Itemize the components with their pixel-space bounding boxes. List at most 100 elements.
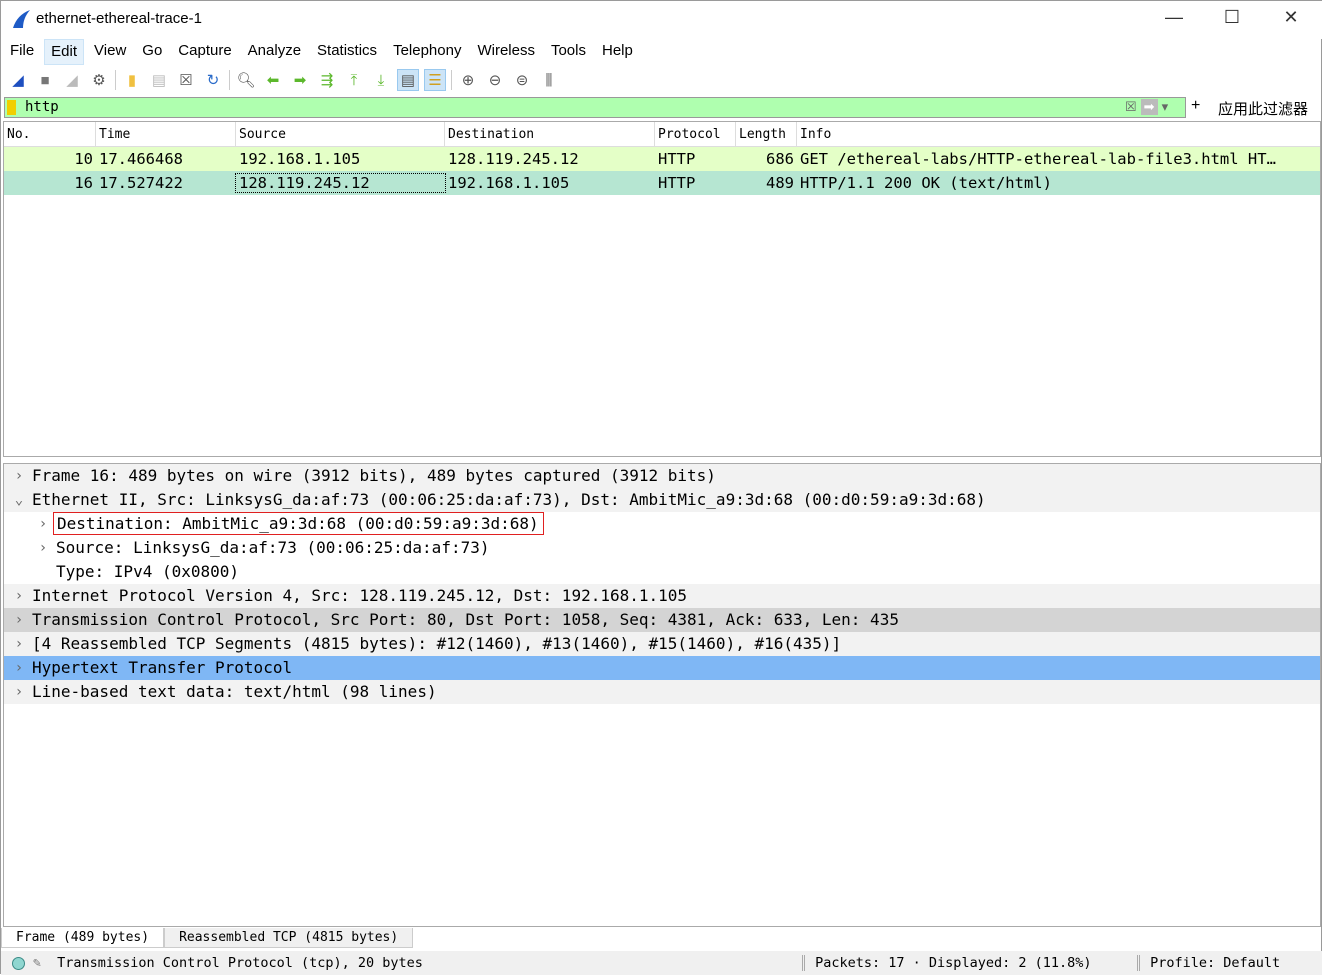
maximize-button[interactable]: ☐: [1209, 7, 1255, 33]
cell-protocol: HTTP: [658, 150, 696, 168]
start-capture-icon[interactable]: ◢: [7, 69, 29, 91]
stop-icon[interactable]: ■: [34, 69, 56, 91]
chevron-right-icon[interactable]: ›: [33, 512, 53, 536]
col-info[interactable]: Info: [797, 122, 1320, 146]
find-icon[interactable]: 🔍︎: [235, 69, 257, 91]
status-profile[interactable]: Profile: Default: [1137, 955, 1280, 971]
cell-length: 686: [766, 150, 794, 168]
status-field-info: Transmission Control Protocol (tcp), 20 …: [57, 955, 423, 971]
tab-frame-bytes[interactable]: Frame (489 bytes): [1, 928, 165, 948]
detail-text: Frame 16: 489 bytes on wire (3912 bits),…: [32, 466, 716, 485]
col-destination[interactable]: Destination: [445, 122, 655, 146]
last-packet-icon[interactable]: ⤓: [370, 69, 392, 91]
cell-no: 10: [74, 150, 93, 168]
detail-row[interactable]: › Destination: AmbitMic_a9:3d:68 (00:d0:5…: [4, 512, 1320, 536]
detail-row[interactable]: › Transmission Control Protocol, Src Port…: [4, 608, 1320, 632]
detail-text: Destination: AmbitMic_a9:3d:68 (00:d0:59…: [53, 512, 544, 535]
detail-row[interactable]: › Frame 16: 489 bytes on wire (3912 bits)…: [4, 464, 1320, 488]
reload-icon[interactable]: ↻: [202, 69, 224, 91]
cell-info: HTTP/1.1 200 OK (text/html): [800, 174, 1052, 192]
chevron-right-icon[interactable]: ›: [9, 632, 29, 656]
resize-columns-icon[interactable]: ⫼: [538, 69, 560, 91]
col-length[interactable]: Length: [736, 122, 797, 146]
chevron-right-icon[interactable]: ›: [9, 680, 29, 704]
col-protocol[interactable]: Protocol: [655, 122, 736, 146]
title-bar: ethernet-ethereal-trace-1 — ☐ ✕: [1, 1, 1322, 39]
menu-edit[interactable]: Edit: [44, 39, 85, 65]
cell-source: 192.168.1.105: [239, 150, 361, 168]
menu-analyze[interactable]: Analyze: [242, 39, 307, 65]
packet-row[interactable]: 16 17.527422 128.119.245.12 192.168.1.105 HT…: [4, 171, 1320, 195]
apply-filter-button[interactable]: 应用此过滤器: [1218, 98, 1308, 119]
chevron-right-icon[interactable]: ›: [33, 536, 53, 560]
colorize-icon[interactable]: ☰: [424, 69, 446, 91]
separator: [115, 70, 116, 90]
menu-telephony[interactable]: Telephony: [387, 39, 467, 65]
restart-icon[interactable]: ◢: [61, 69, 83, 91]
close-file-icon[interactable]: ☒: [175, 69, 197, 91]
cell-destination: 128.119.245.12: [448, 150, 579, 168]
zoom-out-icon[interactable]: ⊖: [484, 69, 506, 91]
detail-text: [4 Reassembled TCP Segments (4815 bytes)…: [32, 634, 842, 653]
packet-details-tree[interactable]: › Frame 16: 489 bytes on wire (3912 bits)…: [3, 463, 1321, 927]
menu-statistics[interactable]: Statistics: [311, 39, 383, 65]
menu-view[interactable]: View: [88, 39, 132, 65]
zoom-normal-icon[interactable]: ⊜: [511, 69, 533, 91]
menu-tools[interactable]: Tools: [545, 39, 592, 65]
clear-filter-icon[interactable]: ☒: [1125, 99, 1137, 115]
filter-dropdown-icon[interactable]: ▾: [1162, 99, 1169, 115]
col-source[interactable]: Source: [236, 122, 445, 146]
chevron-right-icon[interactable]: ›: [9, 584, 29, 608]
menu-capture[interactable]: Capture: [172, 39, 237, 65]
chevron-right-icon[interactable]: ›: [9, 608, 29, 632]
zoom-in-icon[interactable]: ⊕: [457, 69, 479, 91]
add-filter-button[interactable]: +: [1191, 97, 1200, 115]
packet-row[interactable]: 10 17.466468 192.168.1.105 128.119.245.12 HT…: [4, 147, 1320, 171]
packet-list[interactable]: No. Time Source Destination Protocol Len…: [3, 121, 1321, 457]
edit-comment-icon[interactable]: ✎: [33, 955, 41, 971]
detail-row[interactable]: › [4 Reassembled TCP Segments (4815 bytes…: [4, 632, 1320, 656]
detail-text: Type: IPv4 (0x0800): [56, 562, 240, 581]
display-filter-input[interactable]: http: [4, 97, 1186, 118]
go-to-packet-icon[interactable]: ⇶: [316, 69, 338, 91]
detail-row[interactable]: › Internet Protocol Version 4, Src: 128.1…: [4, 584, 1320, 608]
col-time[interactable]: Time: [96, 122, 236, 146]
detail-row[interactable]: ⌄ Ethernet II, Src: LinksysG_da:af:73 (00…: [4, 488, 1320, 512]
detail-text: Line-based text data: text/html (98 line…: [32, 682, 437, 701]
menu-go[interactable]: Go: [136, 39, 168, 65]
apply-arrow-icon[interactable]: ➡: [1140, 99, 1158, 115]
file-icon[interactable]: ▤: [148, 69, 170, 91]
detail-row[interactable]: › Source: LinksysG_da:af:73 (00:06:25:da:…: [4, 536, 1320, 560]
filter-bookmark-icon[interactable]: [7, 100, 16, 115]
open-folder-icon[interactable]: ▮: [121, 69, 143, 91]
first-packet-icon[interactable]: ⤒: [343, 69, 365, 91]
minimize-button[interactable]: —: [1151, 7, 1197, 33]
close-button[interactable]: ✕: [1268, 7, 1314, 33]
autoscroll-icon[interactable]: ▤: [397, 69, 419, 91]
bytes-tabs: Frame (489 bytes) Reassembled TCP (4815 …: [1, 928, 414, 948]
menu-file[interactable]: File: [4, 39, 40, 65]
cell-no: 16: [74, 174, 93, 192]
options-gear-icon[interactable]: ⚙: [88, 69, 110, 91]
back-arrow-icon[interactable]: ⬅: [262, 69, 284, 91]
chevron-right-icon[interactable]: ›: [9, 464, 29, 488]
detail-text: Hypertext Transfer Protocol: [32, 658, 293, 677]
wireshark-logo-icon: [13, 10, 30, 28]
cell-time: 17.466468: [99, 150, 183, 168]
expert-info-icon[interactable]: [12, 956, 25, 970]
packet-list-header: No. Time Source Destination Protocol Len…: [4, 122, 1320, 147]
cell-time: 17.527422: [99, 174, 183, 192]
detail-row[interactable]: › Line-based text data: text/html (98 lin…: [4, 680, 1320, 704]
menu-wireless[interactable]: Wireless: [471, 39, 541, 65]
forward-arrow-icon[interactable]: ➡: [289, 69, 311, 91]
detail-row[interactable]: › Hypertext Transfer Protocol: [4, 656, 1320, 680]
tab-reassembled-tcp[interactable]: Reassembled TCP (4815 bytes): [164, 928, 414, 948]
detail-row[interactable]: Type: IPv4 (0x0800): [4, 560, 1320, 584]
cell-protocol: HTTP: [658, 174, 696, 192]
menu-help[interactable]: Help: [596, 39, 639, 65]
chevron-down-icon[interactable]: ⌄: [9, 488, 29, 512]
chevron-right-icon[interactable]: ›: [9, 656, 29, 680]
col-no[interactable]: No.: [4, 122, 96, 146]
menu-bar: File Edit View Go Capture Analyze Statis…: [1, 39, 1322, 65]
